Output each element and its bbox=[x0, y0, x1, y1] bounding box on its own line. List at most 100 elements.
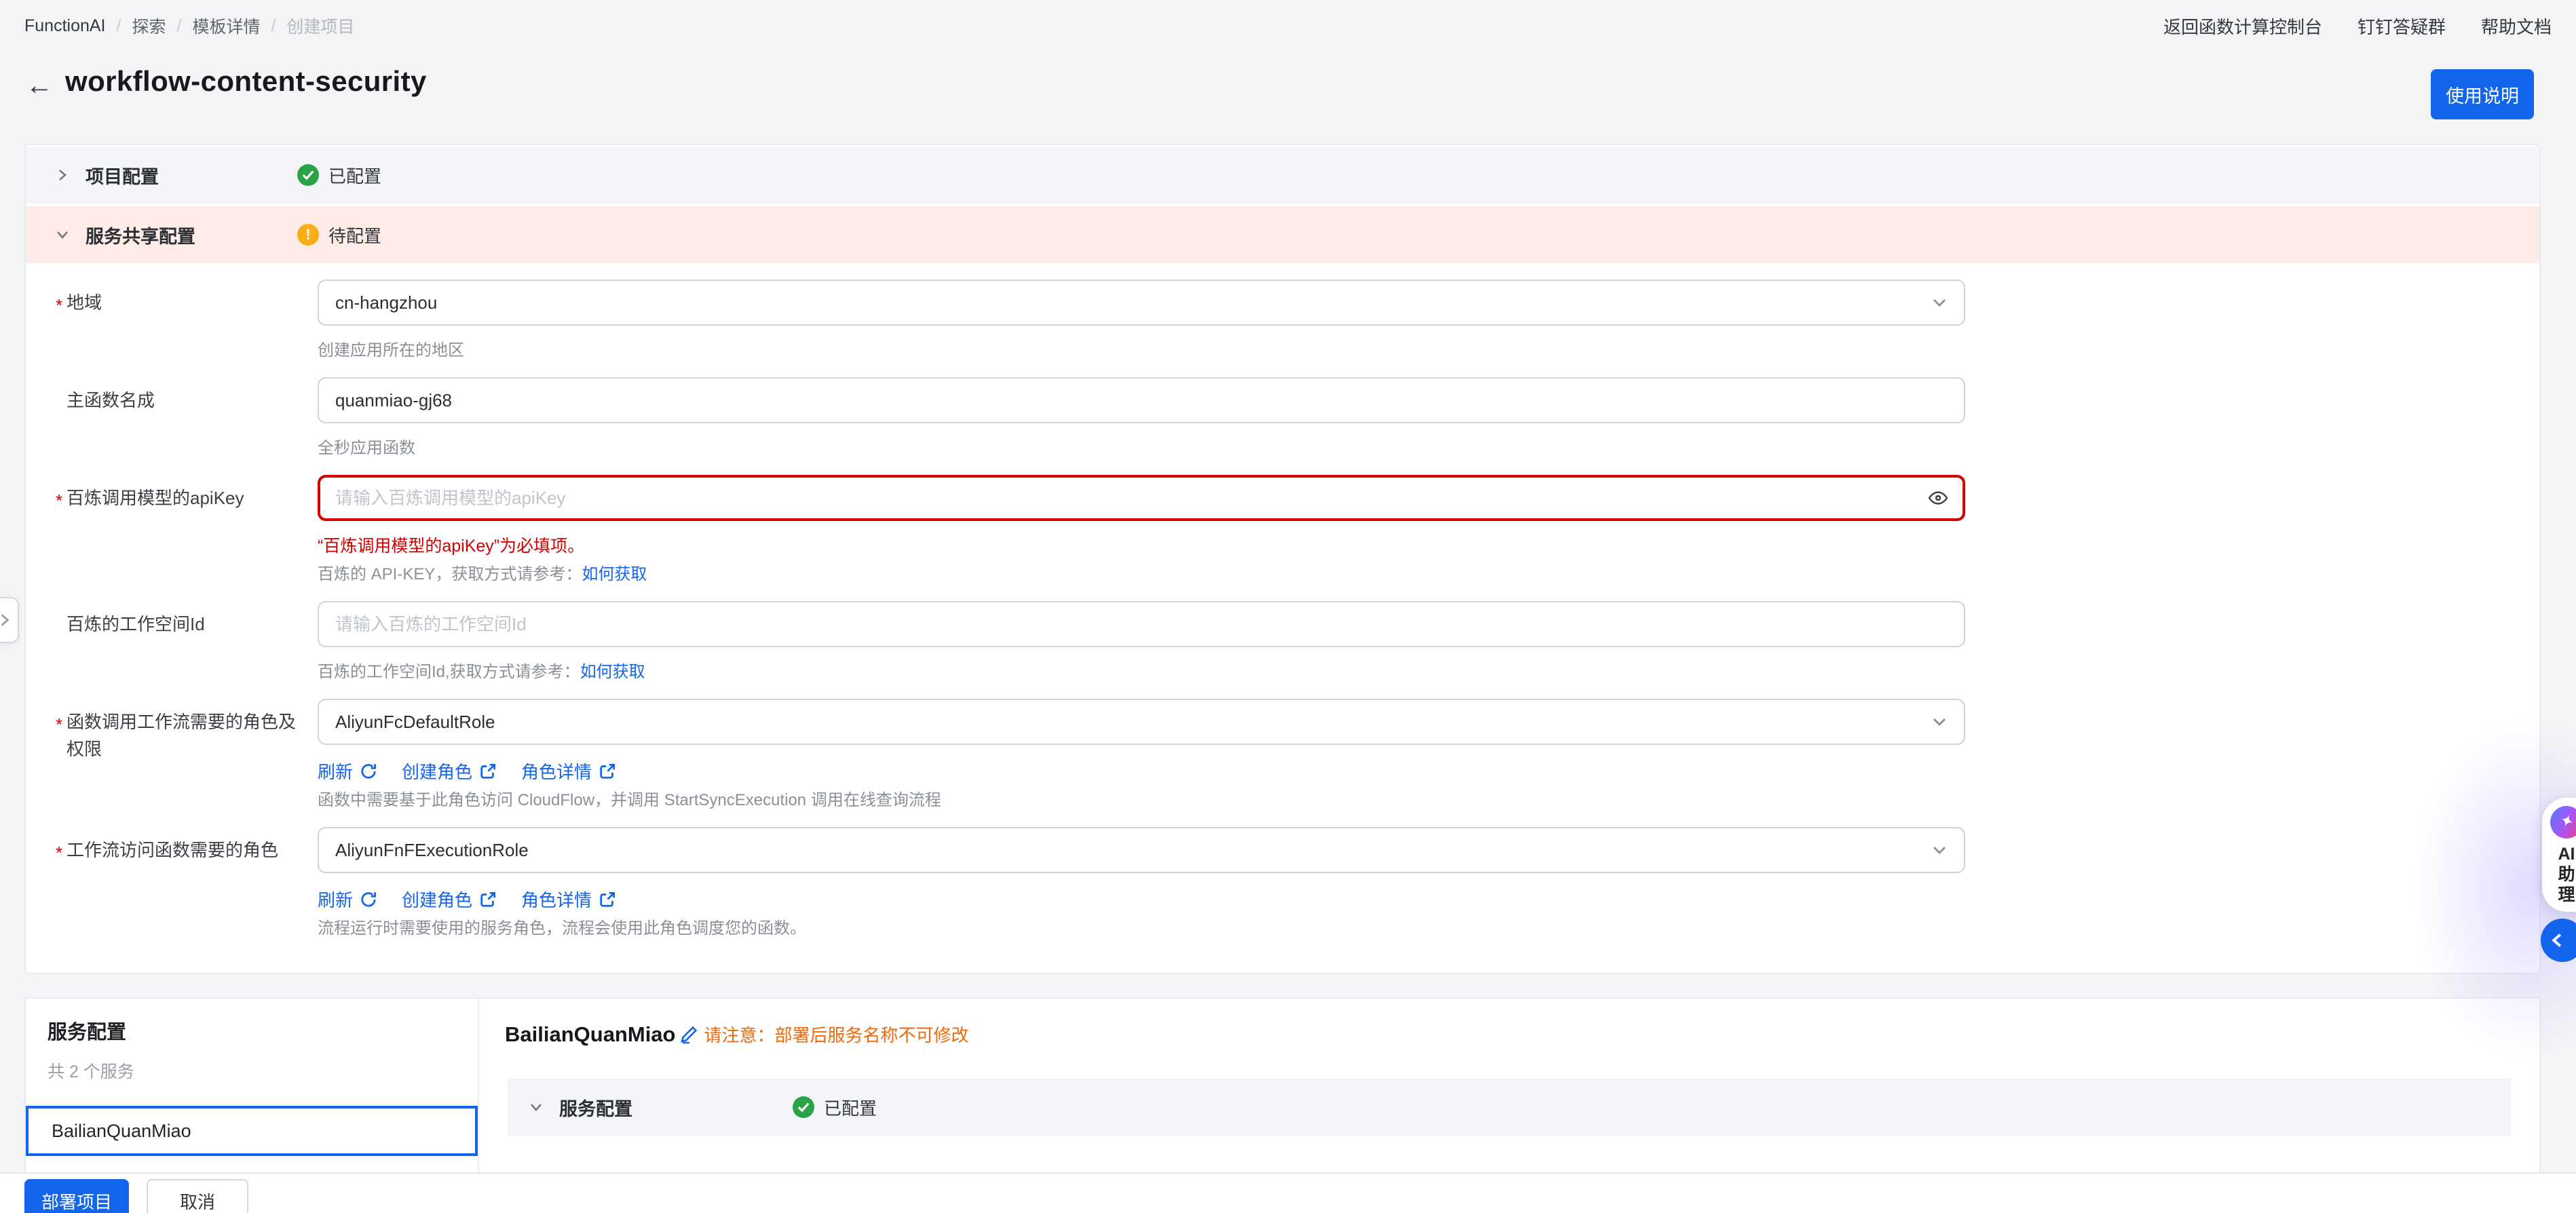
refresh-label: 刷新 bbox=[318, 762, 354, 782]
breadcrumb-separator: / bbox=[271, 16, 276, 35]
role-detail-link[interactable]: 角色详情 bbox=[521, 758, 616, 784]
ai-assistant-label: AI助理 bbox=[2558, 845, 2575, 904]
refresh-label: 刷新 bbox=[318, 890, 354, 910]
refresh-link[interactable]: 刷新 bbox=[318, 887, 377, 912]
services-count: 共 2 个服务 bbox=[48, 1062, 134, 1081]
create-role-link[interactable]: 创建角色 bbox=[402, 758, 497, 784]
shared-config-form: 地域 cn-hangzhou 创建应用所在的地区 主函数名成 全秒应用函数 bbox=[26, 263, 2539, 940]
service-item-bailianquanmiao[interactable]: BailianQuanMiao bbox=[26, 1106, 478, 1156]
role-detail-label: 角色详情 bbox=[521, 762, 592, 782]
external-link-icon bbox=[599, 763, 616, 780]
section-service-config[interactable]: 服务配置 已配置 bbox=[508, 1079, 2511, 1136]
how-to-get-link[interactable]: 如何获取 bbox=[582, 565, 647, 583]
select-arrow-icon bbox=[1931, 294, 1948, 311]
refresh-icon bbox=[360, 763, 377, 780]
chevron-left-icon bbox=[2549, 932, 2565, 948]
breadcrumb-separator: / bbox=[116, 16, 121, 35]
external-link-icon bbox=[479, 891, 497, 908]
workspace-id-help-text: 百炼的工作空间Id,获取方式请参考： bbox=[318, 663, 580, 681]
fc-role-value: AliyunFcDefaultRole bbox=[335, 711, 495, 732]
project-config-card: 项目配置 已配置 服务共享配置 ! 待配置 地域 bbox=[24, 144, 2541, 974]
topbar: FunctionAI / 探索 / 模板详情 / 创建项目 返回函数计算控制台 … bbox=[0, 0, 2576, 52]
status-badge: 待配置 bbox=[328, 225, 382, 246]
section-status: ! 待配置 bbox=[297, 223, 381, 248]
select-arrow-icon bbox=[1931, 842, 1948, 858]
status-badge: 已配置 bbox=[824, 1098, 877, 1119]
field-fnf-role: 工作流访问函数需要的角色 AliyunFnFExecutionRole 刷新 bbox=[26, 827, 2539, 940]
topbar-links: 返回函数计算控制台 钉钉答疑群 帮助文档 bbox=[2163, 14, 2552, 39]
section-status: 已配置 bbox=[793, 1095, 877, 1120]
fnf-role-select[interactable]: AliyunFnFExecutionRole bbox=[318, 827, 1965, 873]
api-key-help: 百炼的 API-KEY，获取方式请参考：如何获取 bbox=[318, 563, 1965, 586]
role-detail-link[interactable]: 角色详情 bbox=[521, 887, 616, 912]
breadcrumb-create-project: 创建项目 bbox=[286, 18, 355, 37]
refresh-icon bbox=[360, 891, 377, 908]
refresh-link[interactable]: 刷新 bbox=[318, 758, 377, 784]
fnf-role-actions: 刷新 创建角色 角色详情 bbox=[318, 887, 1965, 912]
field-main-function: 主函数名成 全秒应用函数 bbox=[26, 377, 2539, 460]
fnf-role-help: 流程运行时需要使用的服务角色，流程会使用此角色调度您的函数。 bbox=[318, 919, 806, 938]
select-arrow-icon bbox=[1931, 714, 1948, 730]
api-key-error: “百炼调用模型的apiKey”为必填项。 bbox=[318, 537, 585, 556]
section-label: 服务配置 bbox=[559, 1098, 632, 1119]
field-workspace-id: 百炼的工作空间Id 百炼的工作空间Id,获取方式请参考：如何获取 bbox=[26, 601, 2539, 684]
chevron-right-icon bbox=[56, 168, 69, 182]
services-panel-title: 服务配置 bbox=[48, 1022, 127, 1043]
create-role-link[interactable]: 创建角色 bbox=[402, 887, 497, 912]
fc-role-help: 函数中需要基于此角色访问 CloudFlow，并调用 StartSyncExec… bbox=[318, 791, 941, 809]
role-detail-label: 角色详情 bbox=[521, 890, 592, 910]
main-function-label: 主函数名成 bbox=[67, 390, 155, 410]
page: FunctionAI / 探索 / 模板详情 / 创建项目 返回函数计算控制台 … bbox=[0, 0, 2576, 1213]
section-label: 服务共享配置 bbox=[86, 226, 195, 247]
ai-assistant-widget[interactable]: AI助理 bbox=[2542, 798, 2576, 912]
field-fc-role: 函数调用工作流需要的角色及权限 AliyunFcDefaultRole 刷新 bbox=[26, 699, 2539, 812]
fc-role-actions: 刷新 创建角色 角色详情 bbox=[318, 758, 1965, 784]
chevron-right-icon bbox=[0, 613, 12, 628]
create-role-label: 创建角色 bbox=[402, 890, 473, 910]
workspace-id-label: 百炼的工作空间Id bbox=[67, 614, 205, 634]
page-title: workflow-content-security bbox=[65, 65, 427, 97]
link-back-to-fc-console[interactable]: 返回函数计算控制台 bbox=[2163, 14, 2322, 39]
edit-icon[interactable] bbox=[679, 1025, 698, 1044]
fc-role-select[interactable]: AliyunFcDefaultRole bbox=[318, 699, 1965, 745]
external-link-icon bbox=[479, 763, 497, 780]
breadcrumb-template-detail[interactable]: 模板详情 bbox=[192, 14, 260, 38]
fc-role-label: 函数调用工作流需要的角色及权限 bbox=[26, 699, 318, 763]
region-select[interactable]: cn-hangzhou bbox=[318, 280, 1965, 326]
workspace-id-input[interactable] bbox=[318, 601, 1965, 647]
warning-circle-icon: ! bbox=[297, 224, 319, 246]
external-link-icon bbox=[599, 891, 616, 908]
breadcrumb: FunctionAI / 探索 / 模板详情 / 创建项目 bbox=[24, 14, 354, 38]
back-arrow-icon[interactable]: ← bbox=[22, 68, 57, 103]
fnf-role-label: 工作流访问函数需要的角色 bbox=[26, 827, 318, 866]
section-label: 项目配置 bbox=[86, 166, 159, 187]
breadcrumb-explore[interactable]: 探索 bbox=[132, 14, 166, 38]
api-key-input[interactable] bbox=[318, 475, 1965, 521]
breadcrumb-functionai[interactable]: FunctionAI bbox=[24, 16, 106, 36]
api-key-label: 百炼调用模型的apiKey bbox=[26, 475, 318, 514]
link-dingtalk-group[interactable]: 钉钉答疑群 bbox=[2357, 14, 2446, 39]
eye-icon[interactable] bbox=[1927, 487, 1949, 514]
main-function-help: 全秒应用函数 bbox=[318, 439, 415, 457]
status-badge: 已配置 bbox=[328, 166, 382, 187]
link-help-docs[interactable]: 帮助文档 bbox=[2481, 14, 2552, 39]
ai-sparkle-icon bbox=[2550, 806, 2576, 839]
service-name: BailianQuanMiao bbox=[505, 1022, 676, 1046]
api-key-help-text: 百炼的 API-KEY，获取方式请参考： bbox=[318, 565, 582, 583]
fnf-role-value: AliyunFnFExecutionRole bbox=[335, 839, 529, 860]
how-to-get-link[interactable]: 如何获取 bbox=[580, 663, 645, 681]
breadcrumb-separator: / bbox=[176, 16, 182, 35]
usage-guide-button[interactable]: 使用说明 bbox=[2431, 69, 2534, 119]
section-status: 已配置 bbox=[297, 163, 381, 188]
page-header: ← workflow-content-security 使用说明 bbox=[0, 52, 2576, 122]
footer-action-bar: 部署项目 取消 bbox=[0, 1172, 2576, 1213]
main-function-input[interactable] bbox=[318, 377, 1965, 423]
section-shared-config[interactable]: 服务共享配置 ! 待配置 bbox=[26, 206, 2539, 263]
section-project-config[interactable]: 项目配置 已配置 bbox=[26, 147, 2539, 204]
deploy-project-button[interactable]: 部署项目 bbox=[24, 1179, 129, 1213]
cancel-button[interactable]: 取消 bbox=[147, 1179, 248, 1213]
chevron-down-icon bbox=[529, 1100, 543, 1114]
chevron-down-icon bbox=[56, 228, 69, 242]
deploy-name-notice: 请注意：部署后服务名称不可修改 bbox=[704, 1025, 969, 1045]
left-panel-expand-handle[interactable] bbox=[0, 597, 19, 643]
